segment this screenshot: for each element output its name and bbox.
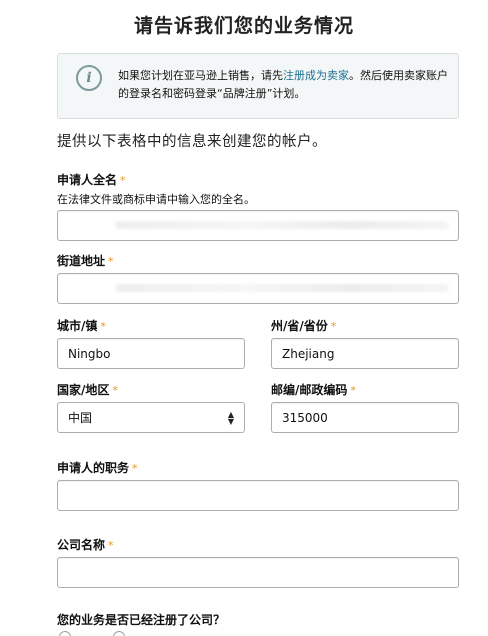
full-name-hint: 在法律文件或商标申请中输入您的全名。 [57,193,255,206]
form-intro: 提供以下表格中的信息来创建您的帐户。 [57,134,327,150]
required-marker: * [120,174,126,187]
country-label: 国家/地区 * [57,381,118,398]
redacted-value [115,221,449,229]
required-marker: * [132,462,138,475]
country-label-text: 国家/地区 [57,383,110,397]
info-notice: i 如果您计划在亚马逊上销售，请先注册成为卖家。然后使用卖家账户的登录名和密码登… [57,53,459,119]
street-label: 街道地址 * [57,252,114,269]
street-label-text: 街道地址 [57,254,106,268]
country-select-value: 中国 [68,411,93,425]
info-icon: i [76,65,102,91]
postal-label-text: 邮编/邮政编码 [271,383,348,397]
full-name-label: 申请人全名 * [57,171,126,188]
required-marker: * [112,384,118,397]
info-text-before: 如果您计划在亚马逊上销售，请先 [118,69,283,82]
full-name-field-wrap [57,210,459,241]
state-label: 州/省/省份 * [271,317,336,334]
company-name-label-text: 公司名称 [57,538,106,552]
required-marker: * [100,320,106,333]
company-registered-question: 您的业务是否已经注册了公司？ [57,613,226,627]
page-title: 请告诉我们您的业务情况 [133,15,354,37]
state-label-text: 州/省/省份 [271,319,328,333]
company-name-input[interactable] [57,557,459,588]
postal-label: 邮编/邮政编码 * [271,381,356,398]
city-label: 城市/镇 * [57,317,106,334]
required-marker: * [350,384,356,397]
required-marker: * [108,539,114,552]
job-title-input[interactable] [57,480,459,511]
company-name-label: 公司名称 * [57,536,114,553]
radio-yes[interactable] [59,631,71,636]
required-marker: * [108,255,114,268]
full-name-label-text: 申请人全名 [57,173,118,187]
required-marker: * [330,320,337,333]
country-select[interactable]: 中国 ▲ ▼ [57,402,245,433]
state-input[interactable] [271,338,459,369]
redacted-value [115,284,449,292]
select-arrows-icon: ▲ ▼ [227,409,234,426]
job-title-label-text: 申请人的职务 [57,461,130,475]
register-seller-link[interactable]: 注册成为卖家 [283,69,349,82]
job-title-label: 申请人的职务 * [57,459,138,476]
postal-code-input[interactable] [271,402,459,433]
city-input[interactable] [57,338,245,369]
street-field-wrap [57,273,459,304]
city-label-text: 城市/镇 [57,319,98,333]
info-notice-text: 如果您计划在亚马逊上销售，请先注册成为卖家。然后使用卖家账户的登录名和密码登录“… [118,67,450,103]
radio-no[interactable] [113,631,125,636]
